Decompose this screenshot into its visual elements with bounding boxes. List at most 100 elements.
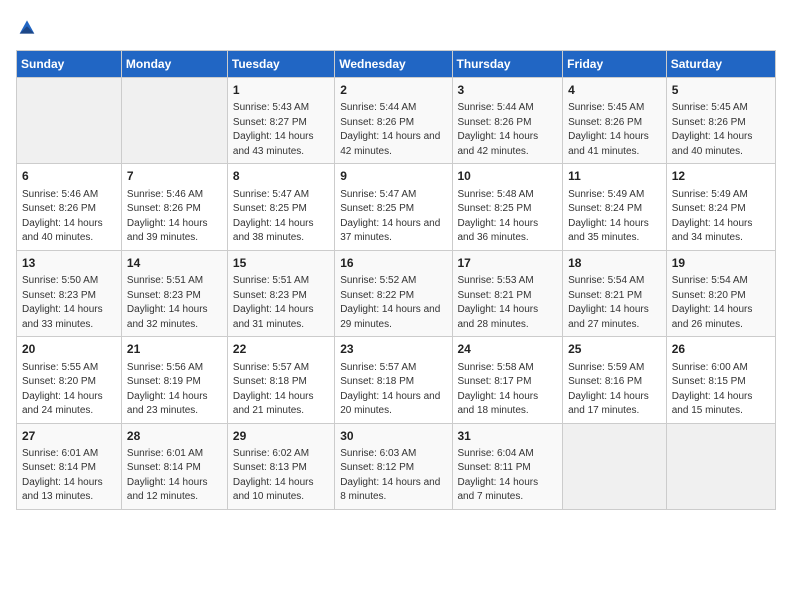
day-number: 9 bbox=[340, 168, 446, 185]
day-number: 23 bbox=[340, 341, 446, 358]
calendar-table: SundayMondayTuesdayWednesdayThursdayFrid… bbox=[16, 50, 776, 510]
day-number: 1 bbox=[233, 82, 329, 99]
cell-content: Sunrise: 5:45 AM Sunset: 8:26 PM Dayligh… bbox=[568, 101, 661, 159]
day-number: 30 bbox=[340, 428, 446, 445]
calendar-cell: 21 Sunrise: 5:56 AM Sunset: 8:19 PM Dayli… bbox=[121, 337, 227, 423]
calendar-cell: 31 Sunrise: 6:04 AM Sunset: 8:11 PM Dayli… bbox=[452, 423, 563, 509]
cell-content: Sunrise: 5:56 AM Sunset: 8:19 PM Dayligh… bbox=[127, 361, 222, 419]
cell-content: Sunrise: 5:59 AM Sunset: 8:16 PM Dayligh… bbox=[568, 361, 661, 419]
cell-content: Sunrise: 5:54 AM Sunset: 8:21 PM Dayligh… bbox=[568, 274, 661, 332]
day-number: 4 bbox=[568, 82, 661, 99]
cell-content: Sunrise: 5:55 AM Sunset: 8:20 PM Dayligh… bbox=[22, 361, 116, 419]
day-number: 8 bbox=[233, 168, 329, 185]
calendar-cell: 9 Sunrise: 5:47 AM Sunset: 8:25 PM Daylig… bbox=[335, 164, 452, 250]
cell-content: Sunrise: 5:57 AM Sunset: 8:18 PM Dayligh… bbox=[233, 361, 329, 419]
calendar-cell: 7 Sunrise: 5:46 AM Sunset: 8:26 PM Daylig… bbox=[121, 164, 227, 250]
cell-content: Sunrise: 5:48 AM Sunset: 8:25 PM Dayligh… bbox=[458, 188, 558, 246]
day-number: 3 bbox=[458, 82, 558, 99]
day-number: 19 bbox=[672, 255, 770, 272]
cell-content: Sunrise: 6:00 AM Sunset: 8:15 PM Dayligh… bbox=[672, 361, 770, 419]
calendar-cell bbox=[666, 423, 775, 509]
calendar-cell: 24 Sunrise: 5:58 AM Sunset: 8:17 PM Dayli… bbox=[452, 337, 563, 423]
cell-content: Sunrise: 5:53 AM Sunset: 8:21 PM Dayligh… bbox=[458, 274, 558, 332]
cell-content: Sunrise: 5:46 AM Sunset: 8:26 PM Dayligh… bbox=[127, 188, 222, 246]
calendar-cell: 16 Sunrise: 5:52 AM Sunset: 8:22 PM Dayli… bbox=[335, 250, 452, 336]
cell-content: Sunrise: 6:02 AM Sunset: 8:13 PM Dayligh… bbox=[233, 447, 329, 505]
column-header-tuesday: Tuesday bbox=[227, 51, 334, 78]
calendar-row: 27 Sunrise: 6:01 AM Sunset: 8:14 PM Dayli… bbox=[17, 423, 776, 509]
day-number: 31 bbox=[458, 428, 558, 445]
logo bbox=[16, 16, 42, 38]
cell-content: Sunrise: 5:47 AM Sunset: 8:25 PM Dayligh… bbox=[233, 188, 329, 246]
calendar-cell bbox=[121, 78, 227, 164]
cell-content: Sunrise: 6:01 AM Sunset: 8:14 PM Dayligh… bbox=[22, 447, 116, 505]
day-number: 20 bbox=[22, 341, 116, 358]
cell-content: Sunrise: 5:54 AM Sunset: 8:20 PM Dayligh… bbox=[672, 274, 770, 332]
cell-content: Sunrise: 5:51 AM Sunset: 8:23 PM Dayligh… bbox=[233, 274, 329, 332]
cell-content: Sunrise: 5:51 AM Sunset: 8:23 PM Dayligh… bbox=[127, 274, 222, 332]
calendar-row: 13 Sunrise: 5:50 AM Sunset: 8:23 PM Dayli… bbox=[17, 250, 776, 336]
cell-content: Sunrise: 5:50 AM Sunset: 8:23 PM Dayligh… bbox=[22, 274, 116, 332]
day-number: 17 bbox=[458, 255, 558, 272]
column-header-wednesday: Wednesday bbox=[335, 51, 452, 78]
day-number: 21 bbox=[127, 341, 222, 358]
day-number: 6 bbox=[22, 168, 116, 185]
cell-content: Sunrise: 5:45 AM Sunset: 8:26 PM Dayligh… bbox=[672, 101, 770, 159]
day-number: 12 bbox=[672, 168, 770, 185]
day-number: 13 bbox=[22, 255, 116, 272]
calendar-cell: 2Sunrise: 5:44 AM Sunset: 8:26 PM Daylig… bbox=[335, 78, 452, 164]
calendar-body: 1 Sunrise: 5:43 AM Sunset: 8:27 PM Daylig… bbox=[17, 78, 776, 510]
calendar-cell: 29Sunrise: 6:02 AM Sunset: 8:13 PM Dayli… bbox=[227, 423, 334, 509]
cell-content: Sunrise: 5:44 AM Sunset: 8:26 PM Dayligh… bbox=[458, 101, 558, 159]
calendar-cell: 26Sunrise: 6:00 AM Sunset: 8:15 PM Dayli… bbox=[666, 337, 775, 423]
day-number: 5 bbox=[672, 82, 770, 99]
day-number: 28 bbox=[127, 428, 222, 445]
cell-content: Sunrise: 6:04 AM Sunset: 8:11 PM Dayligh… bbox=[458, 447, 558, 505]
calendar-cell: 10 Sunrise: 5:48 AM Sunset: 8:25 PM Dayli… bbox=[452, 164, 563, 250]
page-header bbox=[16, 16, 776, 38]
column-header-thursday: Thursday bbox=[452, 51, 563, 78]
cell-content: Sunrise: 5:58 AM Sunset: 8:17 PM Dayligh… bbox=[458, 361, 558, 419]
day-number: 22 bbox=[233, 341, 329, 358]
day-number: 16 bbox=[340, 255, 446, 272]
calendar-cell: 14 Sunrise: 5:51 AM Sunset: 8:23 PM Dayli… bbox=[121, 250, 227, 336]
calendar-cell: 4 Sunrise: 5:45 AM Sunset: 8:26 PM Daylig… bbox=[563, 78, 667, 164]
cell-content: Sunrise: 5:49 AM Sunset: 8:24 PM Dayligh… bbox=[672, 188, 770, 246]
calendar-cell: 12 Sunrise: 5:49 AM Sunset: 8:24 PM Dayli… bbox=[666, 164, 775, 250]
calendar-row: 6 Sunrise: 5:46 AM Sunset: 8:26 PM Daylig… bbox=[17, 164, 776, 250]
cell-content: Sunrise: 5:47 AM Sunset: 8:25 PM Dayligh… bbox=[340, 188, 446, 246]
day-number: 10 bbox=[458, 168, 558, 185]
day-number: 2 bbox=[340, 82, 446, 99]
calendar-cell: 20 Sunrise: 5:55 AM Sunset: 8:20 PM Dayli… bbox=[17, 337, 122, 423]
calendar-cell: 22 Sunrise: 5:57 AM Sunset: 8:18 PM Dayli… bbox=[227, 337, 334, 423]
day-number: 14 bbox=[127, 255, 222, 272]
day-number: 15 bbox=[233, 255, 329, 272]
logo-icon bbox=[16, 16, 38, 38]
cell-content: Sunrise: 5:52 AM Sunset: 8:22 PM Dayligh… bbox=[340, 274, 446, 332]
calendar-cell bbox=[17, 78, 122, 164]
cell-content: Sunrise: 5:43 AM Sunset: 8:27 PM Dayligh… bbox=[233, 101, 329, 159]
calendar-cell: 27 Sunrise: 6:01 AM Sunset: 8:14 PM Dayli… bbox=[17, 423, 122, 509]
cell-content: Sunrise: 6:03 AM Sunset: 8:12 PM Dayligh… bbox=[340, 447, 446, 505]
calendar-row: 20 Sunrise: 5:55 AM Sunset: 8:20 PM Dayli… bbox=[17, 337, 776, 423]
day-number: 7 bbox=[127, 168, 222, 185]
calendar-cell: 23 Sunrise: 5:57 AM Sunset: 8:18 PM Dayli… bbox=[335, 337, 452, 423]
calendar-cell: 17 Sunrise: 5:53 AM Sunset: 8:21 PM Dayli… bbox=[452, 250, 563, 336]
calendar-cell: 13 Sunrise: 5:50 AM Sunset: 8:23 PM Dayli… bbox=[17, 250, 122, 336]
calendar-cell: 5 Sunrise: 5:45 AM Sunset: 8:26 PM Daylig… bbox=[666, 78, 775, 164]
day-number: 18 bbox=[568, 255, 661, 272]
day-number: 27 bbox=[22, 428, 116, 445]
day-number: 11 bbox=[568, 168, 661, 185]
calendar-cell: 18 Sunrise: 5:54 AM Sunset: 8:21 PM Dayli… bbox=[563, 250, 667, 336]
day-number: 25 bbox=[568, 341, 661, 358]
calendar-cell: 3 Sunrise: 5:44 AM Sunset: 8:26 PM Daylig… bbox=[452, 78, 563, 164]
calendar-row: 1 Sunrise: 5:43 AM Sunset: 8:27 PM Daylig… bbox=[17, 78, 776, 164]
column-header-friday: Friday bbox=[563, 51, 667, 78]
cell-content: Sunrise: 5:49 AM Sunset: 8:24 PM Dayligh… bbox=[568, 188, 661, 246]
column-header-sunday: Sunday bbox=[17, 51, 122, 78]
calendar-cell: 30 Sunrise: 6:03 AM Sunset: 8:12 PM Dayli… bbox=[335, 423, 452, 509]
cell-content: Sunrise: 5:46 AM Sunset: 8:26 PM Dayligh… bbox=[22, 188, 116, 246]
column-headers-row: SundayMondayTuesdayWednesdayThursdayFrid… bbox=[17, 51, 776, 78]
day-number: 24 bbox=[458, 341, 558, 358]
cell-content: Sunrise: 5:57 AM Sunset: 8:18 PM Dayligh… bbox=[340, 361, 446, 419]
